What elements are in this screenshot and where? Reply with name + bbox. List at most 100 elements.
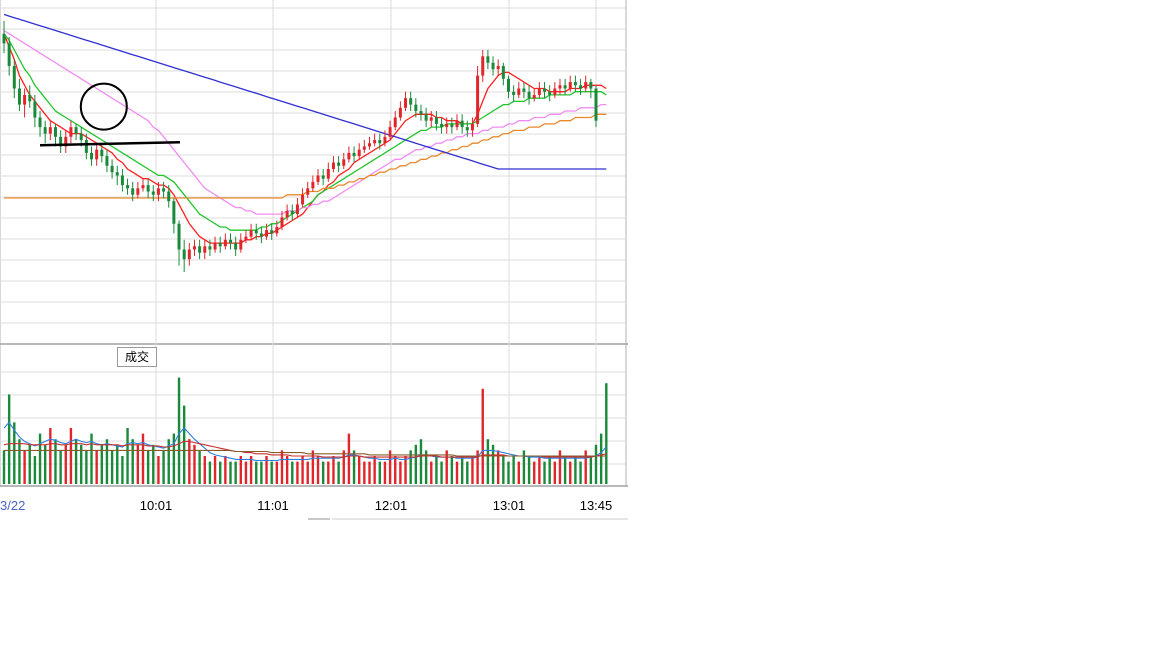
candle-body (100, 149, 104, 157)
candle (506, 75, 510, 99)
volume-bar (49, 428, 52, 484)
candle (249, 223, 253, 240)
candle (311, 175, 315, 192)
volume-bar (162, 450, 165, 484)
volume-bar (512, 456, 515, 484)
candle (146, 178, 150, 198)
volume-bar (527, 456, 531, 484)
chart-svg: 10:01 11:01 12:01 13:01 13:45 (0, 0, 628, 520)
volume-bar (599, 433, 603, 484)
candle (141, 178, 145, 192)
volume-bar (121, 456, 124, 484)
candle (239, 233, 243, 253)
volume-bar (347, 433, 351, 484)
x-tick-label: 13:45 (580, 498, 613, 513)
candle (172, 197, 176, 234)
candle (476, 65, 480, 128)
volume-bar (337, 461, 340, 484)
candle-body (378, 140, 382, 144)
candle-body (470, 123, 474, 131)
candle-body (95, 149, 99, 160)
candle-body (486, 56, 490, 63)
volume-bar (605, 383, 608, 484)
candle-body (280, 217, 284, 227)
volume-bar (378, 461, 381, 484)
candle (357, 143, 361, 160)
date-label: 3/22 (0, 498, 26, 513)
candle-body (331, 162, 335, 169)
volume-bar (430, 461, 433, 484)
candle-body (254, 230, 258, 234)
volume-bar (249, 456, 253, 484)
x-tick-label: 10:01 (140, 498, 173, 513)
candle-body (594, 88, 598, 121)
candle-body (275, 226, 279, 234)
candle-body (110, 165, 114, 173)
volume-bar (7, 394, 11, 484)
candle (584, 75, 588, 92)
candle-body (203, 246, 207, 253)
candle (517, 82, 521, 99)
candle-body (342, 159, 346, 166)
candle (589, 78, 593, 99)
volume-bar (74, 439, 78, 484)
candle-body (259, 233, 263, 237)
candle (496, 59, 500, 76)
candle (367, 136, 371, 150)
volume-bar (239, 456, 242, 484)
candle-body (388, 127, 392, 137)
candle-body (270, 230, 274, 234)
candle-body (491, 62, 495, 70)
candle (579, 78, 583, 95)
volume-bar (383, 461, 387, 484)
volume-bar (450, 456, 454, 484)
candle (352, 146, 356, 163)
candle-body (38, 117, 42, 128)
candle-body (362, 146, 366, 150)
candle-body (445, 123, 449, 128)
candle (136, 181, 140, 198)
candle (28, 85, 32, 108)
volume-bar (110, 450, 114, 484)
volume-bar (38, 433, 42, 484)
volume-bar (522, 450, 526, 484)
candle-body (115, 172, 119, 176)
candle-body (79, 133, 83, 141)
candle-body (450, 123, 454, 128)
volume-bar (33, 456, 37, 484)
volume-bar (203, 456, 206, 484)
volume-bar (543, 461, 546, 484)
candle (234, 236, 238, 256)
candle-body (151, 191, 155, 195)
candle (331, 156, 335, 173)
ma-line (3, 33, 607, 244)
volume-bar (486, 439, 490, 484)
candle (295, 197, 299, 218)
candle-body (532, 94, 536, 99)
candle (398, 101, 402, 121)
candle-body (424, 114, 428, 121)
candle-body (156, 188, 160, 195)
candle (301, 188, 305, 208)
candle-body (537, 88, 541, 95)
candle (450, 117, 454, 134)
candle-body (419, 111, 423, 115)
volume-bar (23, 450, 26, 484)
volume-bar (311, 450, 315, 484)
candle-body (208, 246, 212, 250)
volume-bar (368, 461, 371, 484)
candle-body (455, 120, 459, 128)
candle-body (568, 82, 572, 89)
volume-bar (182, 405, 186, 484)
candle (105, 149, 109, 173)
volume-bar (533, 461, 536, 484)
candle-body (409, 98, 413, 105)
volume-bar (440, 461, 443, 484)
candle (223, 233, 227, 250)
volume-bar (301, 456, 304, 484)
candle (182, 239, 186, 273)
candle (43, 120, 47, 144)
candle-body (295, 204, 299, 215)
candle-body (589, 82, 593, 89)
volume-bar (146, 450, 150, 484)
